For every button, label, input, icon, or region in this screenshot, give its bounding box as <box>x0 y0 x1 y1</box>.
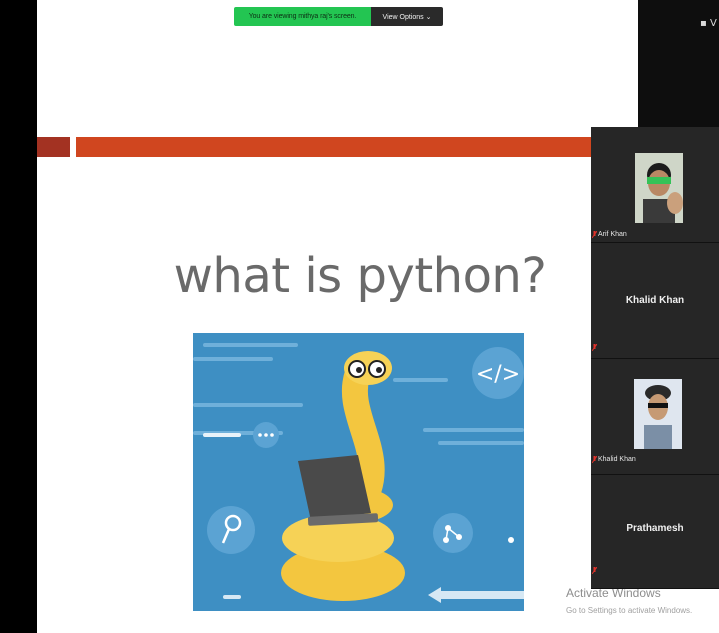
participant-tile[interactable]: Arif Khan <box>591 127 719 243</box>
eye <box>356 367 362 373</box>
participant-panel: Arif Khan Khalid Khan Khalid Khan Pratha… <box>591 127 719 589</box>
share-banner-text: You are viewing mithya raj's screen. <box>234 7 371 26</box>
share-banner: You are viewing mithya raj's screen. Vie… <box>234 7 443 26</box>
slide-band <box>76 137 591 157</box>
chat-dot <box>264 433 268 437</box>
muted-mic-icon <box>592 456 597 463</box>
chat-dot <box>270 433 274 437</box>
muted-mic-icon <box>592 567 597 574</box>
participant-name: Khalid Khan <box>598 456 636 463</box>
slide-band-accent <box>37 137 70 157</box>
dot <box>508 537 514 543</box>
decor-line <box>223 595 241 599</box>
code-icon: </> <box>476 362 520 387</box>
chat-dot <box>258 433 262 437</box>
decor-line <box>393 378 448 382</box>
decor-line <box>203 433 241 437</box>
participant-name-center: Prathamesh <box>626 523 684 534</box>
laptop-screen <box>298 455 371 521</box>
slide-title: what is python? <box>173 248 547 304</box>
participant-tile[interactable]: Khalid Khan <box>591 243 719 359</box>
view-toggle-label[interactable]: ▪ V <box>700 18 717 29</box>
view-options-button[interactable]: View Options ⌄ <box>371 7 443 26</box>
activate-windows-subtitle: Go to Settings to activate Windows. <box>566 606 693 615</box>
decor-line <box>438 441 524 445</box>
participant-name-center: Khalid Khan <box>625 295 685 306</box>
muted-mic-icon <box>592 344 597 351</box>
muted-mic-icon <box>592 231 597 238</box>
participant-tile[interactable]: Prathamesh <box>591 475 719 589</box>
participant-photo <box>634 379 682 449</box>
participant-photo <box>635 153 683 223</box>
participant-name: Arif Khan <box>598 231 627 238</box>
eye <box>376 367 382 373</box>
python-illustration: </> <box>193 333 524 611</box>
decor-line <box>423 428 524 432</box>
decor-line <box>203 343 298 347</box>
participant-tile[interactable]: Khalid Khan <box>591 359 719 475</box>
decor-line <box>193 403 303 407</box>
left-black-bar <box>0 0 37 633</box>
decor-line <box>193 357 273 361</box>
